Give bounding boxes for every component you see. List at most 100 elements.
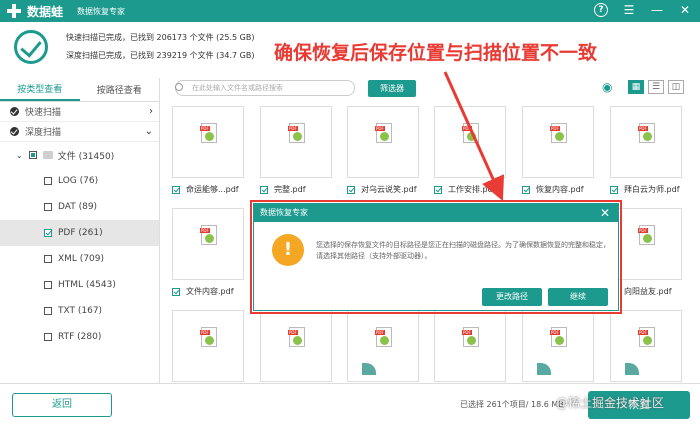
file-checkbox[interactable] — [347, 185, 355, 194]
pdf-file-icon — [550, 123, 567, 143]
file-thumbnail[interactable] — [522, 310, 594, 382]
change-path-button[interactable]: 更改路径 — [482, 288, 542, 306]
tree-item-rtf[interactable]: RTF (280) — [0, 324, 159, 350]
file-label: 拜白云为师.pdf — [624, 185, 680, 194]
file-checkbox[interactable] — [172, 287, 180, 296]
file-thumbnail[interactable] — [610, 310, 682, 382]
file-name[interactable]: 命运能够...pdf — [172, 184, 239, 195]
file-thumbnail[interactable] — [347, 106, 419, 178]
file-name[interactable]: 文件内容.pdf — [172, 286, 234, 297]
file-name[interactable]: 完整.pdf — [260, 184, 306, 195]
file-thumbnail[interactable] — [522, 106, 594, 178]
eye-icon[interactable]: ◉ — [602, 80, 620, 94]
partial-file-icon — [537, 363, 551, 375]
pdf-file-icon — [200, 123, 217, 143]
partial-file-icon — [625, 363, 639, 375]
dialog-message: 您选择的保存恢复文件的目标路径是您正在扫描的磁盘路径。为了确保数据恢复的完整和稳… — [316, 241, 610, 260]
deep-scan-status: 深度扫描已完成，已找到 239219 个文件 (34.7 GB) — [66, 51, 255, 60]
tree-label: DAT (89) — [58, 202, 98, 212]
tree-item-txt[interactable]: TXT (167) — [0, 298, 159, 324]
tree-item-html[interactable]: HTML (4543) — [0, 272, 159, 298]
sidebar: 按类型查看 按路径查看 快速扫描 › 深度扫描 ⌄ ⌄ 文件 (31450) L… — [0, 78, 160, 383]
file-thumbnail[interactable] — [260, 310, 332, 382]
pdf-file-icon — [375, 327, 392, 347]
close-icon[interactable]: ✕ — [600, 204, 610, 222]
chevron-down-icon[interactable]: ⌄ — [145, 126, 153, 137]
partial-file-icon — [362, 363, 376, 375]
dialog-title-bar: 数据恢复专家 ✕ — [254, 204, 618, 222]
file-thumbnail[interactable] — [172, 106, 244, 178]
chevron-right-icon[interactable]: › — [149, 106, 153, 117]
continue-button[interactable]: 继续 — [548, 288, 608, 306]
grid-view-icon[interactable]: ▦ — [628, 80, 644, 94]
plus-logo-icon — [6, 3, 22, 19]
file-name[interactable]: 恢复内容.pdf — [522, 184, 584, 195]
detail-view-icon[interactable]: ◫ — [668, 80, 684, 94]
back-button[interactable]: 返回 — [12, 393, 112, 417]
file-label: 工作安排.pdf — [448, 185, 496, 194]
file-thumbnail[interactable] — [172, 208, 244, 280]
file-checkbox[interactable] — [522, 185, 530, 194]
tree-item-pdf[interactable]: PDF (261) — [0, 220, 159, 246]
file-thumbnail[interactable] — [434, 106, 506, 178]
file-checkbox[interactable] — [610, 185, 618, 194]
section-quick-scan[interactable]: 快速扫描 › — [0, 102, 159, 122]
warning-banner: 确保恢复后保存位置与扫描位置不一致 — [274, 42, 598, 64]
tree-label: PDF (261) — [58, 228, 103, 238]
list-view-icon[interactable]: ☰ — [648, 80, 664, 94]
tree-checkbox[interactable] — [44, 307, 52, 315]
toolbar: 在此处输入文件名或路径搜索 筛选器 ◉ ▦ ☰ ◫ — [170, 80, 700, 98]
section-label: 快速扫描 — [25, 108, 62, 118]
file-checkbox[interactable] — [260, 185, 268, 194]
minimize-icon[interactable]: — — [650, 3, 664, 17]
selection-info: 已选择 261个项目/ 18.6 MB — [460, 400, 564, 409]
file-thumbnail[interactable] — [434, 310, 506, 382]
file-name[interactable]: 拜白云为师.pdf — [610, 184, 680, 195]
file-label: 向阳益友.pdf — [624, 287, 672, 296]
scan-status-panel: 快速扫描已完成，已找到 206173 个文件 (25.5 GB) 深度扫描已完成… — [0, 22, 700, 72]
file-checkbox[interactable] — [434, 185, 442, 194]
warning-icon: ! — [272, 234, 304, 266]
tree-item-dat[interactable]: DAT (89) — [0, 194, 159, 220]
tree-checkbox[interactable] — [44, 333, 52, 341]
help-icon[interactable]: ? — [594, 3, 608, 17]
tree-checkbox[interactable] — [44, 281, 52, 289]
chevron-down-icon[interactable]: ⌄ — [16, 151, 23, 160]
tree-label: 文件 (31450) — [57, 151, 115, 162]
tree-checkbox[interactable] — [44, 229, 52, 237]
tree-label: XML (709) — [58, 254, 105, 264]
pdf-file-icon — [200, 327, 217, 347]
tree-item-xml[interactable]: XML (709) — [0, 246, 159, 272]
title-bar: 数据蛙 数据恢复专家 ? ☰ — ✕ — [0, 0, 700, 22]
file-thumbnail[interactable] — [347, 310, 419, 382]
file-checkbox[interactable] — [172, 185, 180, 194]
file-thumbnail[interactable] — [260, 106, 332, 178]
search-input[interactable]: 在此处输入文件名或路径搜索 — [175, 80, 355, 96]
pdf-file-icon — [288, 327, 305, 347]
quick-scan-status: 快速扫描已完成，已找到 206173 个文件 (25.5 GB) — [66, 33, 255, 42]
tree-item-log[interactable]: LOG (76) — [0, 168, 159, 194]
watermark: @稀土掘金技术社区 — [556, 396, 665, 410]
tree-item-files[interactable]: ⌄ 文件 (31450) — [0, 142, 159, 168]
tree-checkbox[interactable] — [44, 177, 52, 185]
section-deep-scan[interactable]: 深度扫描 ⌄ — [0, 122, 159, 142]
pdf-file-icon — [550, 327, 567, 347]
menu-icon[interactable]: ☰ — [622, 3, 636, 17]
file-name[interactable]: 对乌云说笑.pdf — [347, 184, 417, 195]
tab-by-path[interactable]: 按路径查看 — [80, 78, 160, 101]
file-thumbnail[interactable] — [172, 310, 244, 382]
file-name[interactable]: 工作安排.pdf — [434, 184, 496, 195]
pdf-file-icon — [638, 327, 655, 347]
filter-button[interactable]: 筛选器 — [368, 80, 416, 97]
close-icon[interactable]: ✕ — [678, 3, 692, 17]
tree-checkbox[interactable] — [28, 151, 37, 159]
file-thumbnail[interactable] — [610, 106, 682, 178]
bottom-bar: 返回 已选择 261个项目/ 18.6 MB 恢复 @稀土掘金技术社区 — [0, 383, 700, 427]
tab-by-type[interactable]: 按类型查看 — [0, 78, 80, 101]
file-label: 文件内容.pdf — [186, 287, 234, 296]
tree-checkbox[interactable] — [44, 203, 52, 211]
tree-checkbox[interactable] — [44, 255, 52, 263]
app-subtitle: 数据恢复专家 — [77, 6, 126, 16]
app-name: 数据蛙 — [27, 4, 64, 19]
section-label: 深度扫描 — [25, 128, 62, 138]
